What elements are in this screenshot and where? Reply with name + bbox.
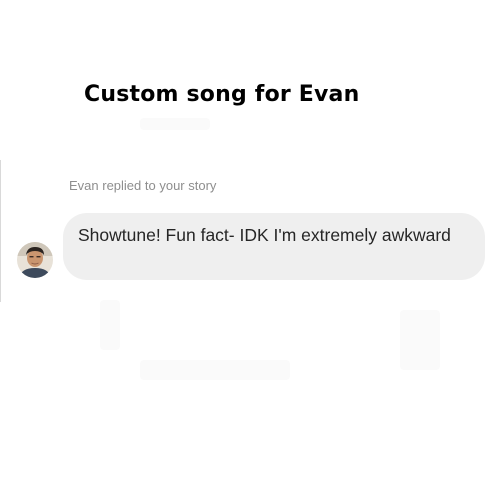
avatar[interactable] — [17, 242, 53, 278]
user-avatar-photo-icon — [17, 242, 53, 278]
message-text: Showtune! Fun fact- IDK I'm extremely aw… — [78, 225, 451, 245]
divider — [0, 160, 1, 302]
story-reply-caption: Evan replied to your story — [69, 178, 217, 193]
story-reply-screen: Custom song for Evan Evan replied to you… — [0, 0, 500, 500]
faded-background-artifact — [140, 360, 290, 380]
faded-background-artifact — [100, 300, 120, 350]
faded-background-artifact — [140, 118, 210, 130]
page-title: Custom song for Evan — [84, 82, 360, 107]
faded-background-artifact — [400, 310, 440, 370]
message-bubble[interactable]: Showtune! Fun fact- IDK I'm extremely aw… — [63, 213, 485, 280]
